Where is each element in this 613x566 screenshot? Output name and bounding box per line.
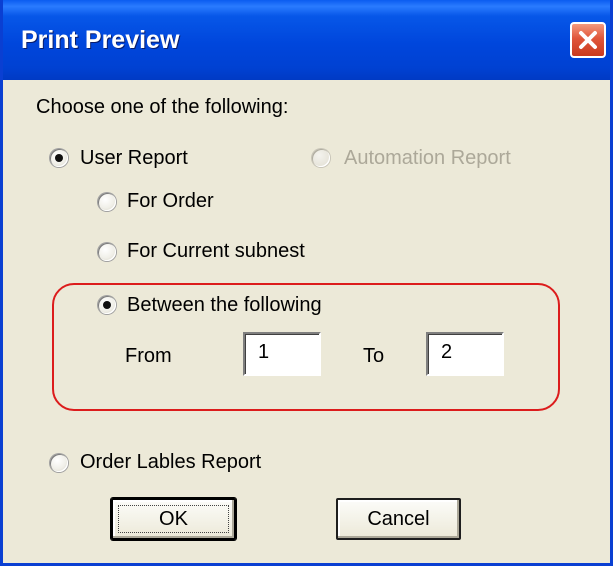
order-lables-report-label[interactable]: Order Lables Report	[80, 451, 261, 474]
from-label: From	[125, 345, 172, 367]
window-title: Print Preview	[21, 26, 180, 54]
user-report-radio[interactable]	[50, 149, 68, 167]
cancel-button-label: Cancel	[367, 508, 430, 530]
automation-report-label: Automation Report	[344, 147, 511, 169]
title-bar[interactable]: Print Preview	[3, 0, 610, 80]
user-report-label[interactable]: User Report	[80, 147, 188, 170]
for-current-subnest-radio[interactable]	[98, 243, 116, 261]
for-current-subnest-label[interactable]: For Current subnest	[127, 240, 305, 263]
dialog-content: Choose one of the following: User Report…	[3, 80, 610, 563]
between-label[interactable]: Between the following	[127, 294, 322, 317]
order-lables-report-radio[interactable]	[50, 454, 68, 472]
close-button[interactable]	[570, 22, 606, 58]
ok-button[interactable]: OK	[111, 498, 236, 540]
automation-report-radio	[312, 149, 330, 167]
instruction-text: Choose one of the following:	[36, 96, 289, 118]
cancel-button[interactable]: Cancel	[336, 498, 461, 540]
to-label: To	[363, 345, 385, 367]
between-radio[interactable]	[98, 296, 116, 314]
for-order-label[interactable]: For Order	[127, 190, 214, 213]
to-input[interactable]: 2	[426, 332, 504, 376]
print-preview-dialog: Print Preview Choose one of the followin…	[0, 0, 613, 566]
from-input[interactable]: 1	[243, 332, 321, 376]
for-order-radio[interactable]	[98, 193, 116, 211]
ok-button-label: OK	[159, 508, 188, 530]
